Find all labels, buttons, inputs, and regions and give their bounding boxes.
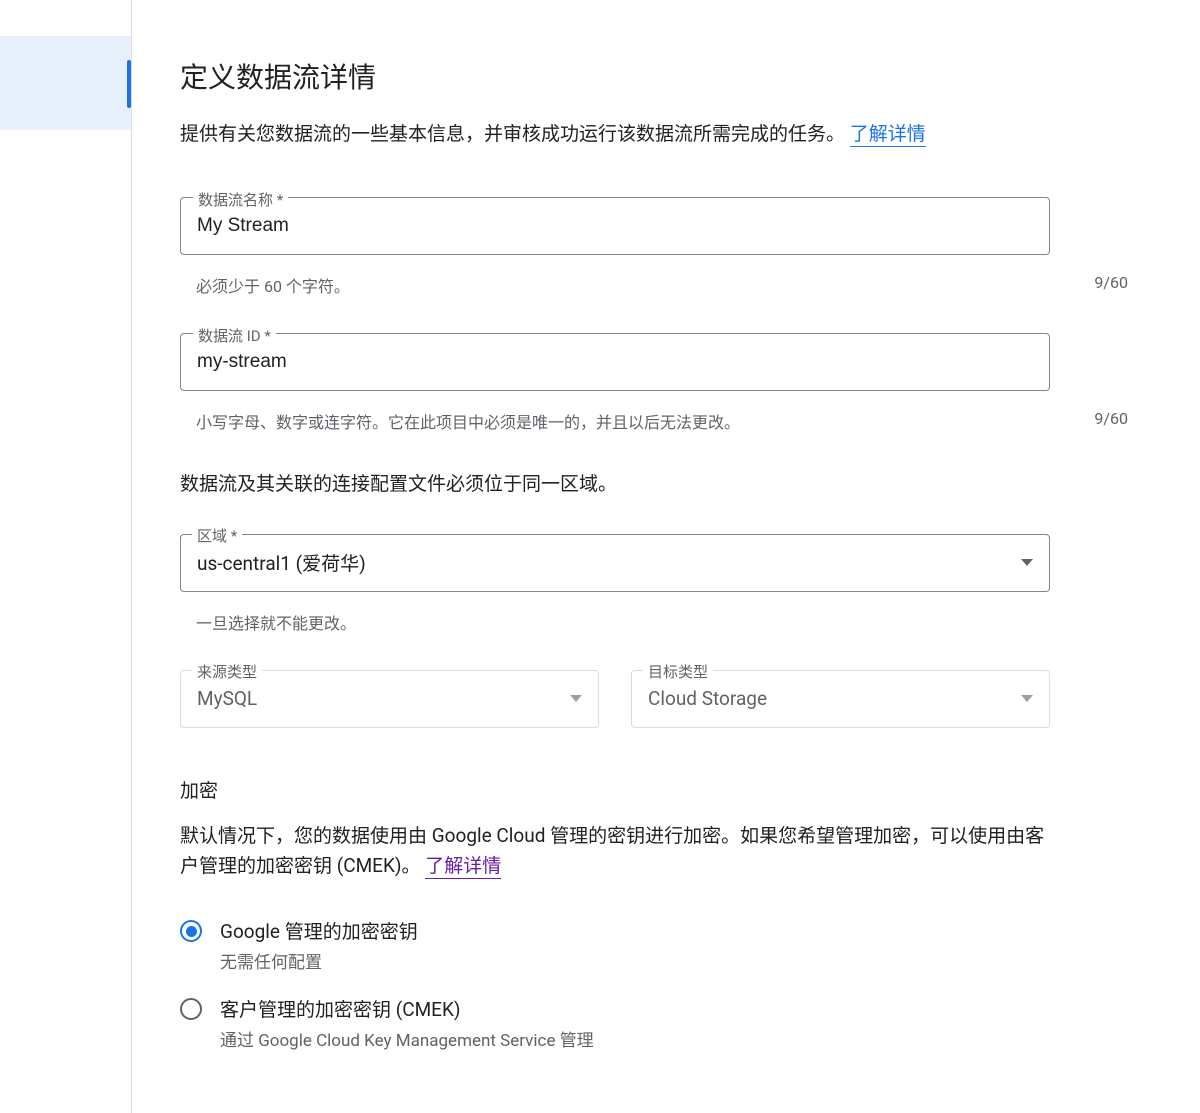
- stream-id-label: 数据流 ID *: [193, 325, 276, 346]
- source-type-value: MySQL: [197, 687, 257, 710]
- region-value: us-central1 (爱荷华): [197, 549, 366, 576]
- stream-name-label: 数据流名称 *: [193, 189, 288, 210]
- region-note: 数据流及其关联的连接配置文件必须位于同一区域。: [180, 469, 1144, 496]
- dest-type-select[interactable]: 目标类型 Cloud Storage: [631, 670, 1050, 728]
- page-intro: 提供有关您数据流的一些基本信息，并审核成功运行该数据流所需完成的任务。 了解详情: [180, 120, 1144, 149]
- stream-id-input[interactable]: [197, 351, 1033, 373]
- encryption-desc: 默认情况下，您的数据使用由 Google Cloud 管理的密钥进行加密。如果您…: [180, 821, 1050, 882]
- source-type-select[interactable]: 来源类型 MySQL: [180, 670, 599, 728]
- region-label: 区域 *: [192, 525, 242, 546]
- source-type-field: 来源类型 MySQL: [180, 670, 599, 728]
- dropdown-icon: [570, 695, 582, 702]
- encryption-option-cmek[interactable]: 客户管理的加密密钥 (CMEK) 通过 Google Cloud Key Man…: [180, 995, 1144, 1051]
- stream-id-helper: 小写字母、数字或连字符。它在此项目中必须是唯一的，并且以后无法更改。: [196, 409, 740, 433]
- stream-name-input[interactable]: [197, 215, 1033, 237]
- encryption-google-label: Google 管理的加密密钥: [220, 917, 418, 944]
- region-select[interactable]: 区域 * us-central1 (爱荷华): [180, 534, 1050, 592]
- stepper-sidebar: [0, 0, 132, 1113]
- dest-type-label: 目标类型: [643, 661, 713, 682]
- encryption-title: 加密: [180, 776, 1144, 803]
- region-field: 区域 * us-central1 (爱荷华): [180, 534, 1050, 592]
- page-title: 定义数据流详情: [180, 56, 1144, 96]
- main-content: 定义数据流详情 提供有关您数据流的一些基本信息，并审核成功运行该数据流所需完成的…: [132, 0, 1192, 1113]
- dropdown-icon: [1021, 559, 1033, 566]
- radio-selected-icon: [180, 920, 202, 942]
- encryption-cmek-sub: 通过 Google Cloud Key Management Service 管…: [220, 1026, 594, 1051]
- stream-id-counter: 9/60: [1094, 409, 1128, 433]
- radio-unselected-icon: [180, 998, 202, 1020]
- stream-name-counter: 9/60: [1094, 273, 1128, 297]
- encryption-learn-more-link[interactable]: 了解详情: [425, 854, 501, 879]
- region-helper: 一旦选择就不能更改。: [180, 602, 1144, 634]
- encryption-desc-text: 默认情况下，您的数据使用由 Google Cloud 管理的密钥进行加密。如果您…: [180, 824, 1044, 877]
- encryption-google-sub: 无需任何配置: [220, 948, 418, 973]
- source-type-label: 来源类型: [192, 661, 262, 682]
- encryption-cmek-label: 客户管理的加密密钥 (CMEK): [220, 995, 594, 1022]
- dest-type-field: 目标类型 Cloud Storage: [631, 670, 1050, 728]
- dropdown-icon: [1021, 695, 1033, 702]
- stream-name-field: 数据流名称 *: [180, 197, 1050, 255]
- learn-more-link[interactable]: 了解详情: [850, 122, 926, 147]
- dest-type-value: Cloud Storage: [648, 687, 767, 710]
- stepper-active-step[interactable]: [0, 36, 131, 130]
- stream-id-field: 数据流 ID *: [180, 333, 1050, 391]
- encryption-option-google[interactable]: Google 管理的加密密钥 无需任何配置: [180, 917, 1144, 973]
- intro-text: 提供有关您数据流的一些基本信息，并审核成功运行该数据流所需完成的任务。: [180, 122, 845, 145]
- stream-name-helper: 必须少于 60 个字符。: [196, 273, 350, 297]
